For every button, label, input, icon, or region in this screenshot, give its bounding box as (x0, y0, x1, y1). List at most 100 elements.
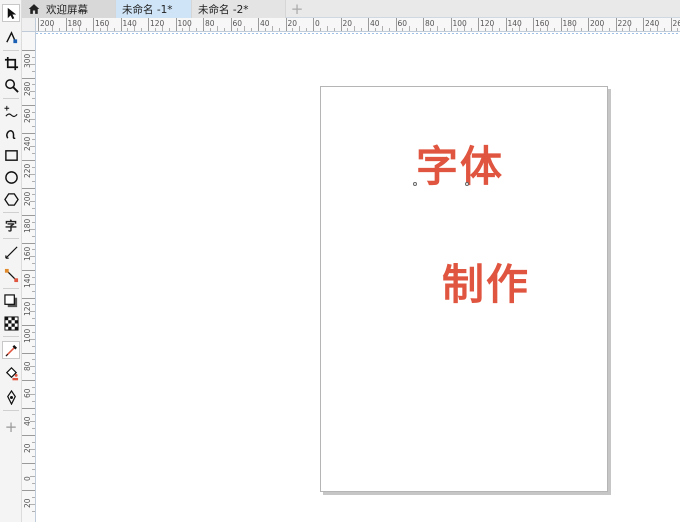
ruler-tick (22, 187, 35, 189)
ruler-minor-tick (663, 28, 665, 31)
ruler-label: 40 (260, 19, 270, 28)
ellipse-icon (4, 170, 18, 184)
ruler-tick (22, 352, 35, 354)
ruler-tick (22, 462, 35, 464)
ruler-label: 100 (23, 328, 32, 343)
artistic-media-tool[interactable] (2, 124, 20, 142)
ruler-minor-tick (32, 428, 35, 430)
drop-shadow-tool[interactable] (2, 292, 20, 310)
add-tool-button[interactable]: + (2, 418, 20, 436)
ruler-minor-tick (319, 28, 321, 31)
ruler-tick (22, 297, 35, 299)
home-icon (28, 4, 40, 14)
ruler-minor-tick (594, 28, 596, 31)
transparency-icon (3, 315, 19, 331)
ruler-tick (340, 18, 342, 31)
ruler-minor-tick (32, 441, 35, 443)
ruler-minor-tick (526, 28, 528, 31)
ruler-label: 160 (23, 246, 32, 261)
artistic-text-line-2[interactable]: 制作 (442, 264, 530, 306)
plus-icon: + (290, 0, 304, 18)
ruler-label: 0 (23, 475, 32, 481)
ruler-minor-tick (292, 28, 294, 31)
text-node-handle-left[interactable] (413, 182, 417, 186)
ruler-tick (258, 18, 259, 31)
ruler-tick (450, 18, 452, 31)
connector-tool[interactable] (2, 266, 20, 284)
ruler-minor-tick (154, 28, 156, 31)
ruler-label: 140 (23, 273, 32, 288)
ruler-minor-tick (32, 98, 35, 100)
vertical-ruler[interactable]: 300 280 260 240 220 200 180 160 140 120 100 80 60 40 2… (22, 32, 36, 522)
node-edit-tool[interactable] (2, 28, 20, 46)
freehand-icon (3, 105, 18, 117)
ruler-tick (395, 18, 397, 31)
transparency-tool[interactable] (2, 314, 20, 332)
text-node-handle-right[interactable] (465, 182, 469, 186)
ruler-minor-tick (381, 26, 383, 31)
ruler-minor-tick (32, 84, 35, 86)
ruler-label: 40 (370, 19, 380, 28)
ruler-minor-tick (32, 469, 35, 471)
rectangle-tool[interactable] (2, 146, 20, 164)
parallel-dimension-icon (4, 245, 18, 259)
ruler-tick (22, 242, 35, 244)
ruler-label: 160 (535, 19, 550, 28)
ruler-minor-tick (32, 139, 35, 141)
ruler-minor-tick (306, 28, 308, 31)
ruler-minor-tick (354, 26, 356, 31)
ellipse-tool[interactable] (2, 168, 20, 186)
ruler-minor-tick (278, 28, 280, 31)
crop-tool[interactable] (2, 54, 20, 72)
ruler-minor-tick (374, 28, 376, 31)
ruler-label: 80 (23, 360, 32, 371)
ruler-minor-tick (32, 180, 35, 182)
ruler-minor-tick (32, 414, 35, 416)
node-edit-icon (5, 30, 17, 43)
ruler-label: 220 (23, 163, 32, 178)
ruler-tick (230, 18, 232, 31)
ruler-minor-tick (32, 111, 35, 113)
zoom-tool[interactable] (2, 76, 20, 94)
ruler-minor-tick (409, 26, 411, 31)
interactive-fill-tool[interactable] (2, 364, 20, 382)
ruler-tick (22, 435, 35, 436)
ruler-label: 80 (425, 19, 435, 28)
ruler-minor-tick (361, 28, 363, 31)
ruler-label: 60 (23, 388, 32, 398)
ruler-minor-tick (99, 28, 101, 31)
ruler-label: 26 (672, 19, 680, 28)
artistic-text-line-1[interactable]: 字体 (416, 146, 504, 188)
ruler-tick (22, 490, 35, 491)
parallel-dimension-tool[interactable] (2, 243, 20, 261)
polygon-tool[interactable] (2, 190, 20, 208)
ruler-label: 20 (23, 498, 32, 508)
ruler-origin-corner[interactable] (22, 18, 36, 32)
ruler-label: 200 (40, 19, 55, 28)
ruler-minor-tick (209, 28, 211, 31)
text-tool[interactable]: 字 (2, 216, 20, 234)
ruler-label: 280 (23, 81, 32, 96)
ruler-tick (505, 18, 507, 31)
ruler-tick (65, 18, 67, 31)
horizontal-ruler[interactable]: 200 180 160 140 120 100 80 60 40 20 0 20 40 60 80 100 12… (22, 18, 680, 32)
freehand-tool[interactable] (2, 102, 20, 120)
eyedropper-tool[interactable] (2, 341, 20, 359)
pick-tool[interactable] (2, 4, 20, 22)
new-tab-button[interactable]: + (286, 0, 308, 18)
tab-untitled-1[interactable]: 未命名 -1* (116, 0, 192, 18)
ruler-label: 200 (590, 19, 605, 28)
ruler-tick (478, 18, 479, 31)
smart-fill-tool[interactable] (2, 388, 20, 406)
ruler-minor-tick (168, 28, 170, 31)
ruler-minor-tick (86, 28, 88, 31)
tab-welcome-screen[interactable]: 欢迎屏幕 (22, 0, 116, 18)
ruler-label: 100 (452, 19, 467, 28)
tab-untitled-2[interactable]: 未命名 -2* (192, 0, 286, 18)
rectangle-icon (4, 149, 18, 161)
text-icon: 字 (4, 218, 17, 233)
ruler-minor-tick (32, 359, 35, 361)
ruler-minor-tick (443, 28, 445, 31)
ruler-minor-tick (333, 28, 335, 31)
ruler-minor-tick (299, 26, 301, 31)
